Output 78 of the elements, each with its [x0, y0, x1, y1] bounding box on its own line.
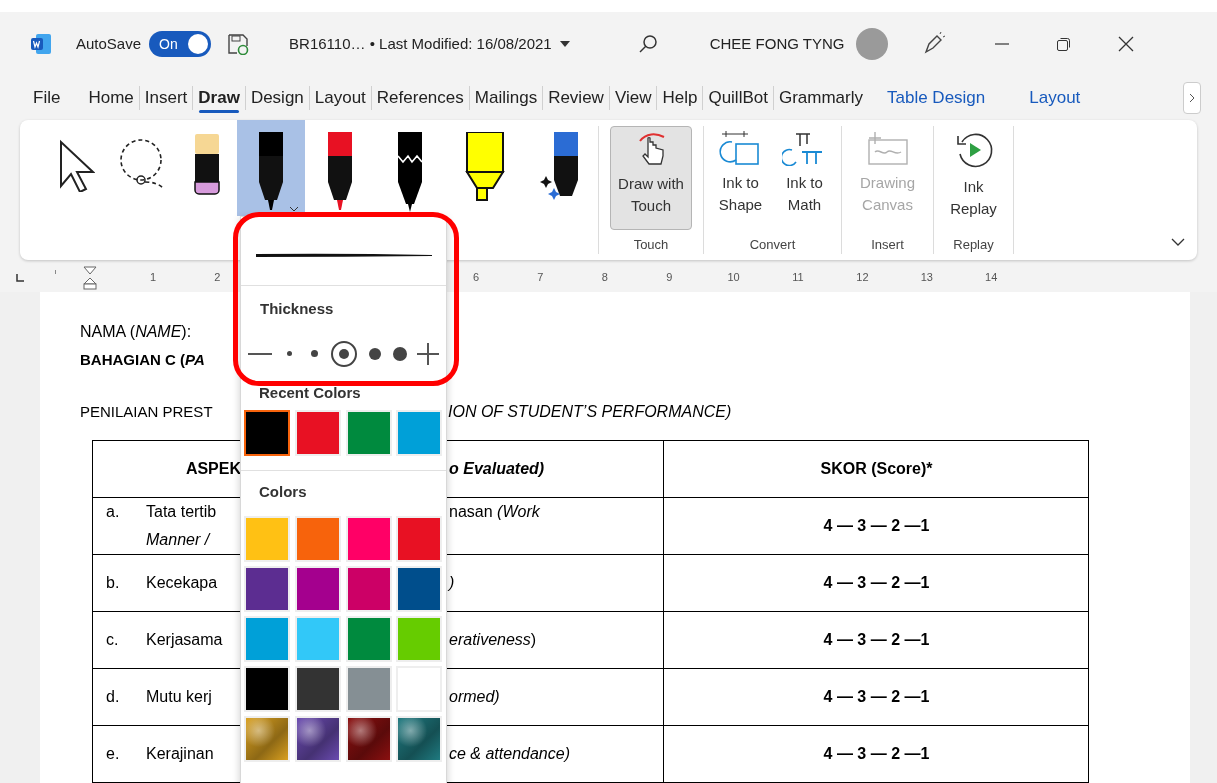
drawing-tool-button[interactable] — [237, 120, 305, 216]
section-label: Recent Colors — [258, 382, 362, 403]
thickness-option[interactable] — [391, 345, 408, 362]
ribbon-tab[interactable]: Home — [83, 82, 139, 114]
ribbon-tab[interactable]: View — [609, 82, 657, 114]
section-label: Colors — [258, 482, 308, 502]
tab-stop-icon[interactable] — [16, 274, 24, 282]
ribbon-tab[interactable]: Layout — [309, 82, 371, 114]
table-cell-text: Kecekapa — [146, 573, 219, 593]
list-marker: e. — [106, 744, 121, 764]
autosave-toggle[interactable]: On — [149, 31, 212, 57]
table-header: SKOR (Score)* — [820, 459, 933, 479]
chevron-right-icon — [1189, 93, 1195, 103]
pen-sparkle-icon[interactable] — [922, 32, 947, 56]
ribbon-tab[interactable]: Help — [657, 82, 703, 114]
save-sync-icon[interactable] — [227, 33, 250, 55]
decrease-thickness-button[interactable] — [248, 352, 272, 355]
ribbon-button[interactable]: Ink Replay — [943, 126, 1004, 230]
group-label: Convert — [749, 235, 796, 254]
user-name: CHEE FONG TYNG — [709, 33, 845, 54]
ribbon-tab[interactable]: Design — [245, 82, 309, 114]
table-header: ASPEK — [184, 459, 241, 479]
ribbon-tab[interactable]: Layout — [1024, 82, 1086, 114]
ribbon-tab[interactable]: Review — [543, 82, 609, 114]
table-cell-text: ) — [449, 573, 456, 593]
ribbon-tab[interactable]: Table Design — [882, 82, 991, 114]
search-icon[interactable] — [637, 34, 658, 54]
table-cell-text: Tata tertib — [146, 502, 218, 522]
restore-icon[interactable] — [1056, 36, 1073, 52]
section-label: Thickness — [259, 299, 335, 319]
table-cell-text: ce & attendance) — [449, 744, 571, 764]
list-marker: a. — [106, 502, 121, 522]
score-scale: 4 — 3 — 2 —1 — [823, 744, 930, 764]
caret-icon — [559, 41, 570, 47]
document-heading: BAHAGIAN C (PA — [80, 350, 206, 370]
table-cell-text: nasan (Work — [449, 502, 541, 522]
close-icon[interactable] — [1118, 36, 1135, 52]
ribbon-tab[interactable]: File — [28, 82, 66, 114]
table-cell-text: Mutu kerj — [146, 687, 213, 707]
ribbon-button[interactable]: Draw with Touch — [610, 126, 692, 230]
ribbon-button[interactable]: Ink to Math — [774, 126, 835, 230]
ribbon-tab[interactable]: Draw — [193, 82, 245, 114]
list-marker: c. — [106, 630, 120, 650]
document-title-button[interactable]: BR16110… • Last Modified: 16/08/2021 — [289, 32, 570, 56]
color-swatch[interactable] — [244, 410, 290, 456]
table-cell-text: Kerjasama — [146, 630, 224, 650]
user-avatar[interactable] — [856, 28, 889, 60]
ribbon-button[interactable]: Ink to Shape — [710, 126, 771, 230]
group-label: Replay — [953, 235, 994, 254]
ribbon-tab[interactable]: References — [371, 82, 469, 114]
table-cell-text: erativeness) — [449, 630, 538, 650]
ribbon-tab[interactable]: Mailings — [469, 82, 543, 114]
table-cell-text: ormed) — [449, 687, 501, 707]
indent-marker-icon[interactable] — [83, 266, 97, 290]
eraser-icon — [192, 132, 222, 198]
chevron-down-icon[interactable] — [289, 206, 299, 212]
score-scale: 4 — 3 — 2 —1 — [823, 687, 930, 707]
table-header: o Evaluated) — [449, 459, 546, 479]
list-marker: b. — [106, 573, 121, 593]
collapse-ribbon-icon[interactable] — [1171, 238, 1185, 246]
table-cell-text: Kerajinan — [146, 744, 215, 764]
ribbon-tab[interactable]: QuillBot — [703, 82, 773, 114]
table-cell-text: Manner / — [146, 530, 212, 550]
group-label: Insert — [871, 235, 904, 254]
document-text: NAMA (NAME): — [80, 322, 193, 342]
document-text: ION OF STUDENT’S PERFORMANCE) — [448, 402, 732, 422]
score-scale: 4 — 3 — 2 —1 — [823, 573, 930, 593]
word-app-icon — [30, 33, 52, 55]
thickness-option[interactable] — [331, 340, 358, 367]
group-label: Touch — [633, 235, 669, 254]
score-scale: 4 — 3 — 2 —1 — [823, 630, 930, 650]
ribbon-tab[interactable]: Grammarly — [773, 82, 868, 114]
list-marker: d. — [106, 687, 121, 707]
score-scale: 4 — 3 — 2 —1 — [823, 516, 930, 536]
ribbon-tab[interactable]: Insert — [139, 82, 193, 114]
document-text: PENILAIAN PREST — [80, 402, 214, 422]
plus-icon[interactable] — [416, 342, 439, 365]
autosave-label: AutoSave — [76, 33, 142, 54]
